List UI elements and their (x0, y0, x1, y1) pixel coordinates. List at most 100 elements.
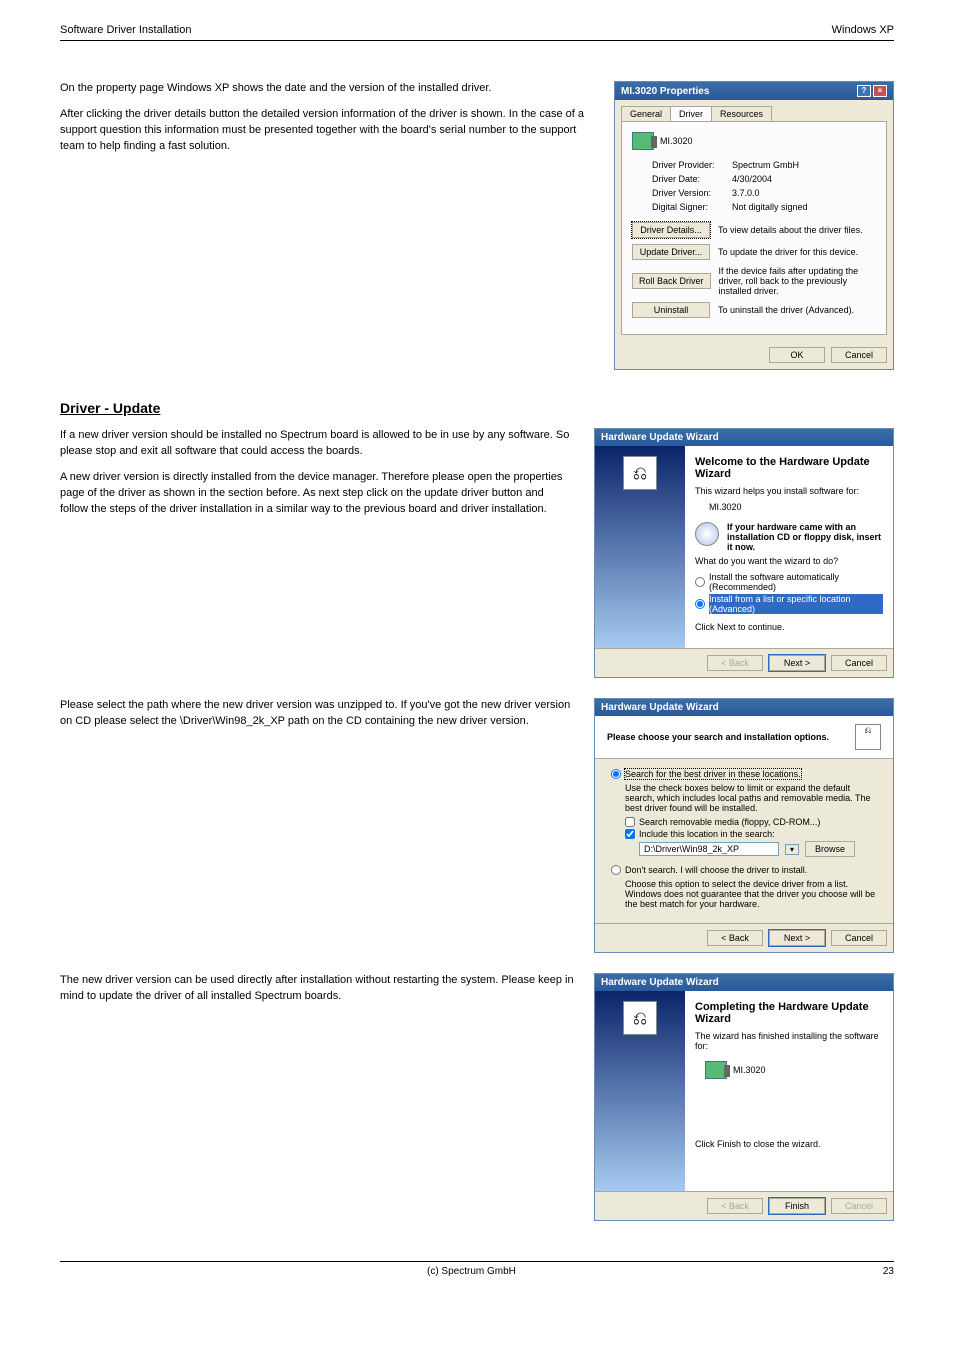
back-button: < Back (707, 655, 763, 671)
wizard-titlebar: Hardware Update Wizard (595, 429, 893, 446)
uninstall-button[interactable]: Uninstall (632, 302, 710, 318)
checkbox-label: Search removable media (floppy, CD-ROM..… (639, 817, 820, 827)
para2: A new driver version is directly install… (60, 470, 574, 518)
intro-p1: On the property page Windows XP shows th… (60, 81, 594, 97)
prop-value: 4/30/2004 (732, 174, 772, 184)
cancel-button[interactable]: Cancel (831, 347, 887, 363)
prop-value: Not digitally signed (732, 202, 808, 212)
wizard-graphic-icon: ⎌ (623, 1001, 657, 1035)
wizard-graphic-icon: ⎌ (855, 724, 881, 750)
wizard-graphic-icon: ⎌ (623, 456, 657, 490)
wizard-heading: Completing the Hardware Update Wizard (695, 1001, 883, 1025)
wizard-heading: Welcome to the Hardware Update Wizard (695, 456, 883, 480)
wizard-welcome: Hardware Update Wizard ⎌ Welcome to the … (594, 428, 894, 678)
footer-center: (c) Spectrum GmbH (427, 1266, 516, 1277)
radio-label: Search for the best driver in these loca… (625, 769, 801, 779)
ok-button[interactable]: OK (769, 347, 825, 363)
back-button: < Back (707, 1198, 763, 1214)
wizard-device: MI.3020 (695, 502, 883, 512)
opt-desc: Choose this option to select the device … (625, 879, 877, 909)
btn-desc: To view details about the driver files. (718, 225, 876, 235)
wizard-title: Hardware Update Wizard (601, 432, 719, 443)
radio-dont-search[interactable] (611, 865, 621, 875)
page-header: Software Driver Installation Windows XP (60, 24, 894, 41)
prop-label: Driver Version: (652, 188, 732, 198)
update-driver-button[interactable]: Update Driver... (632, 244, 710, 260)
header-left: Software Driver Installation (60, 24, 191, 36)
radio-auto[interactable] (695, 577, 705, 587)
device-icon (632, 132, 654, 150)
rollback-driver-button[interactable]: Roll Back Driver (632, 273, 711, 289)
dialog-title: MI.3020 Properties (621, 86, 709, 97)
back-button[interactable]: < Back (707, 930, 763, 946)
radio-search[interactable] (611, 769, 621, 779)
driver-details-button[interactable]: Driver Details... (632, 222, 710, 238)
wizard-sub: The wizard has finished installing the s… (695, 1031, 883, 1051)
wizard-titlebar: Hardware Update Wizard (595, 699, 893, 716)
intro-p2: After clicking the driver details button… (60, 107, 594, 155)
wizard-heading: Please choose your search and installati… (607, 732, 829, 742)
para3: Please select the path where the new dri… (60, 698, 574, 730)
content-text-3: The new driver version can be used direc… (60, 973, 574, 1015)
prop-value: Spectrum GmbH (732, 160, 799, 170)
close-icon[interactable]: × (873, 85, 887, 97)
cancel-button[interactable]: Cancel (831, 655, 887, 671)
path-input[interactable] (639, 842, 779, 856)
next-button[interactable]: Next > (769, 655, 825, 671)
wizard-click: Click Next to continue. (695, 622, 883, 632)
dropdown-icon[interactable]: ▾ (785, 844, 799, 855)
tab-driver[interactable]: Driver (670, 106, 712, 121)
section-heading: Driver - Update (60, 400, 894, 416)
device-name: MI.3020 (660, 136, 693, 146)
wizard-title: Hardware Update Wizard (601, 977, 719, 988)
wizard-sub: This wizard helps you install software f… (695, 486, 883, 496)
tab-body: MI.3020 Driver Provider:Spectrum GmbH Dr… (621, 121, 887, 335)
prop-label: Driver Date: (652, 174, 732, 184)
radio-advanced[interactable] (695, 599, 705, 609)
cancel-button[interactable]: Cancel (831, 930, 887, 946)
checkbox-label: Include this location in the search: (639, 829, 775, 839)
device-icon (705, 1061, 727, 1079)
wizard-title: Hardware Update Wizard (601, 702, 719, 713)
btn-desc: To update the driver for this device. (718, 247, 876, 257)
wizard-sidebar: ⎌ (595, 446, 685, 648)
wizard-complete: Hardware Update Wizard ⎌ Completing the … (594, 973, 894, 1221)
prop-label: Driver Provider: (652, 160, 732, 170)
wizard-main: Welcome to the Hardware Update Wizard Th… (685, 446, 893, 648)
radio-label: Install from a list or specific location… (709, 594, 883, 614)
intro-text: On the property page Windows XP shows th… (60, 81, 594, 370)
opt-desc: Use the check boxes below to limit or ex… (625, 783, 877, 813)
wizard-search: Hardware Update Wizard Please choose you… (594, 698, 894, 953)
cd-icon (695, 522, 719, 546)
content-text-1: If a new driver version should be instal… (60, 428, 574, 528)
page-footer: (c) Spectrum GmbH 23 (60, 1261, 894, 1277)
wizard-click: Click Finish to close the wizard. (695, 1139, 883, 1149)
browse-button[interactable]: Browse (805, 841, 855, 857)
para4: The new driver version can be used direc… (60, 973, 574, 1005)
content-text-2: Please select the path where the new dri… (60, 698, 574, 740)
wizard-titlebar: Hardware Update Wizard (595, 974, 893, 991)
wizard-sidebar: ⎌ (595, 991, 685, 1191)
prop-label: Digital Signer: (652, 202, 732, 212)
checkbox-location[interactable] (625, 829, 635, 839)
tab-resources[interactable]: Resources (711, 106, 772, 121)
tab-general[interactable]: General (621, 106, 671, 121)
prop-value: 3.7.0.0 (732, 188, 760, 198)
wizard-main: Completing the Hardware Update Wizard Th… (685, 991, 893, 1191)
tab-strip: General Driver Resources (621, 106, 887, 121)
btn-desc: To uninstall the driver (Advanced). (718, 305, 876, 315)
wizard-question: What do you want the wizard to do? (695, 556, 883, 566)
wizard-note: If your hardware came with an installati… (727, 522, 883, 552)
checkbox-removable[interactable] (625, 817, 635, 827)
help-icon[interactable]: ? (857, 85, 871, 97)
dialog-titlebar: MI.3020 Properties ? × (615, 82, 893, 100)
radio-label: Install the software automatically (Reco… (709, 572, 883, 592)
next-button[interactable]: Next > (769, 930, 825, 946)
para1: If a new driver version should be instal… (60, 428, 574, 460)
btn-desc: If the device fails after updating the d… (719, 266, 876, 296)
finish-button[interactable]: Finish (769, 1198, 825, 1214)
radio-label: Don't search. I will choose the driver t… (625, 865, 807, 875)
wizard-content: Search for the best driver in these loca… (595, 759, 893, 923)
wizard-device: MI.3020 (733, 1065, 766, 1075)
properties-dialog: MI.3020 Properties ? × General Driver Re… (614, 81, 894, 370)
